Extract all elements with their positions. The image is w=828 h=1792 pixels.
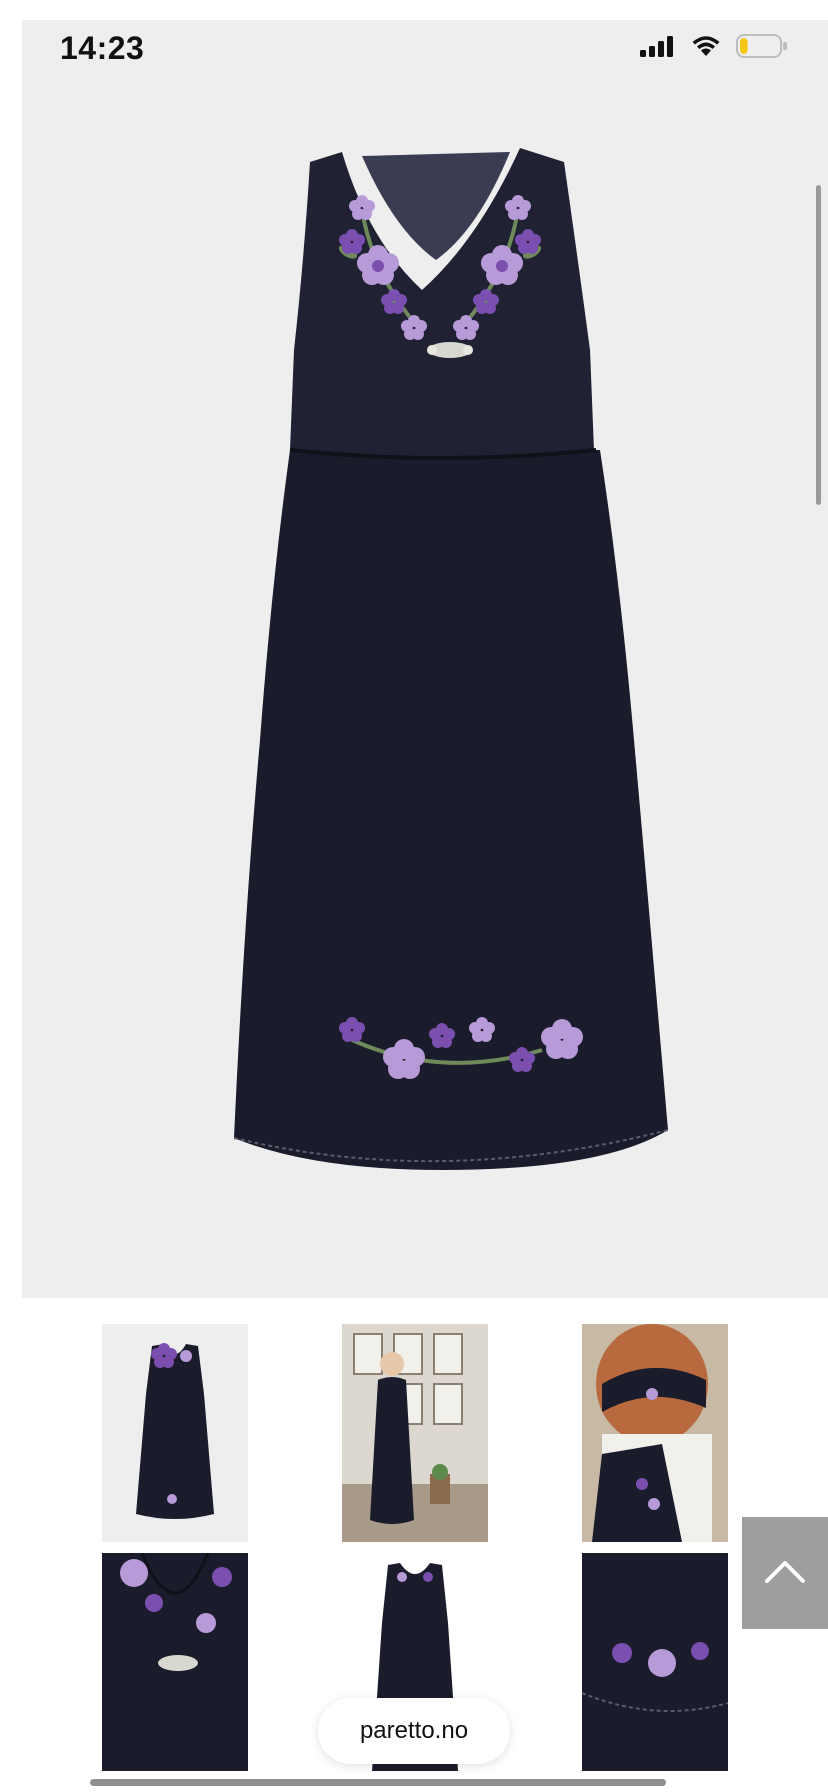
status-icons xyxy=(640,33,788,64)
wifi-icon xyxy=(690,34,722,63)
status-time: 14:23 xyxy=(60,29,145,66)
status-bar: 14:23 xyxy=(0,0,828,96)
product-hero-image[interactable] xyxy=(22,20,828,1298)
thumbnail-hem-closeup[interactable] xyxy=(582,1553,728,1771)
url-text: paretto.no xyxy=(359,1717,469,1744)
cellular-signal-icon xyxy=(640,35,676,62)
home-indicator[interactable] xyxy=(90,1779,666,1786)
image-scroll-indicator[interactable] xyxy=(816,185,821,505)
thumbnail-girl-headband[interactable] xyxy=(582,1324,728,1542)
browser-url-bar[interactable]: paretto.no xyxy=(318,1698,510,1764)
battery-icon xyxy=(736,33,788,64)
thumbnail-girl-outdoors[interactable] xyxy=(342,1324,488,1542)
thumbnail-dress-front[interactable] xyxy=(102,1324,248,1542)
scroll-to-top-button[interactable] xyxy=(742,1517,828,1629)
thumbnail-bodice-closeup[interactable] xyxy=(102,1553,248,1771)
chevron-up-icon xyxy=(763,1557,807,1590)
